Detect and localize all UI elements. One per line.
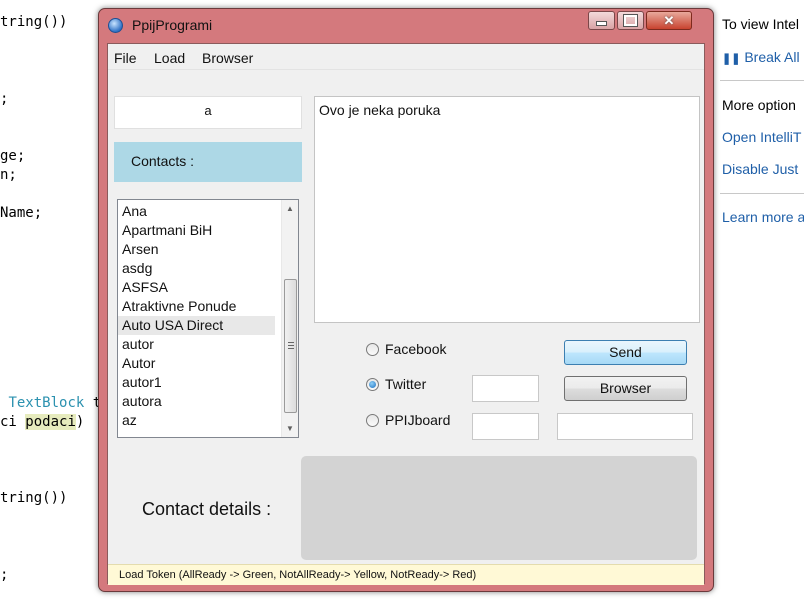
open-intellitrace-link[interactable]: Open IntelliT xyxy=(722,129,801,145)
pause-icon: ❚❚ xyxy=(722,53,741,65)
list-item[interactable]: az xyxy=(118,411,275,430)
radio-button[interactable] xyxy=(366,414,379,427)
list-item-selected[interactable]: Auto USA Direct xyxy=(118,316,275,335)
app-window: PpijProgrami ✕ File Load Browser a Conta… xyxy=(98,8,714,592)
disable-just-link[interactable]: Disable Just xyxy=(722,161,798,177)
desktop-stage: tring()) ; ge; n; Name; TextBlock t ci p… xyxy=(0,0,804,600)
list-item[interactable]: asdg xyxy=(118,259,275,278)
ppijboard-input[interactable] xyxy=(472,413,539,440)
break-all-link[interactable]: ❚❚ Break All xyxy=(722,49,800,65)
code-highlight: podaci xyxy=(25,414,76,430)
message-text: Ovo je neka poruka xyxy=(319,102,441,118)
code-line: Name; xyxy=(0,205,43,221)
list-item[interactable]: ASFSA xyxy=(118,278,275,297)
list-item[interactable]: Atraktivne Ponude xyxy=(118,297,275,316)
code-line: tring()) xyxy=(0,14,68,30)
scrollbar-grip-icon xyxy=(288,342,294,349)
list-item[interactable]: Ana xyxy=(118,202,275,221)
more-options-heading: More option xyxy=(722,97,796,113)
list-item[interactable]: Arsen xyxy=(118,240,275,259)
code-line: n; xyxy=(0,167,17,183)
twitter-label: Twitter xyxy=(385,376,427,392)
code-line: ; xyxy=(0,91,9,107)
radio-button[interactable] xyxy=(366,343,379,356)
close-button[interactable]: ✕ xyxy=(646,11,692,30)
help-heading: To view Intel xyxy=(722,16,800,32)
ppijboard-label: PPIJboard xyxy=(385,412,451,428)
menu-file[interactable]: File xyxy=(114,50,137,66)
maximize-button[interactable] xyxy=(617,11,644,30)
minimize-button[interactable] xyxy=(588,11,615,30)
radio-button-checked[interactable] xyxy=(366,378,379,391)
ppijboard-wide-input[interactable] xyxy=(557,413,693,440)
title-bar[interactable]: PpijProgrami ✕ xyxy=(99,9,713,43)
send-button[interactable]: Send xyxy=(564,340,687,365)
contacts-list[interactable]: Ana Apartmani BiH Arsen asdg ASFSA Atrak… xyxy=(117,199,299,438)
list-item[interactable]: autor xyxy=(118,335,275,354)
window-client-area: File Load Browser a Contacts : Ana Apart… xyxy=(107,43,705,585)
status-bar: Load Token (AllReady -> Green, NotAllRea… xyxy=(108,564,704,585)
contacts-scrollbar[interactable]: ▲ ▼ xyxy=(281,200,298,437)
list-item[interactable]: autor1 xyxy=(118,373,275,392)
name-input[interactable]: a xyxy=(114,96,302,129)
menu-bar: File Load Browser xyxy=(108,44,704,70)
close-icon: ✕ xyxy=(663,12,675,28)
divider xyxy=(720,80,804,81)
code-line: tring()) xyxy=(0,490,68,506)
contact-details-panel xyxy=(301,456,697,560)
browser-button[interactable]: Browser xyxy=(564,376,687,401)
scroll-up-arrow-icon[interactable]: ▲ xyxy=(282,200,298,217)
list-item[interactable]: autora xyxy=(118,392,275,411)
help-pane: To view Intel ❚❚ Break All More option O… xyxy=(714,0,804,600)
scrollbar-thumb[interactable] xyxy=(284,279,297,413)
code-line: ; xyxy=(0,567,9,583)
twitter-input[interactable] xyxy=(472,375,539,402)
code-line: ge; xyxy=(0,148,26,164)
message-textarea[interactable]: Ovo je neka poruka xyxy=(314,96,700,323)
break-all-label: Break All xyxy=(744,49,800,65)
scroll-down-arrow-icon[interactable]: ▼ xyxy=(282,420,298,437)
divider xyxy=(720,193,804,194)
code-line-textblock: TextBlock t xyxy=(0,395,101,411)
contact-details-label: Contact details : xyxy=(142,499,272,519)
learn-more-link[interactable]: Learn more a xyxy=(722,209,804,225)
facebook-label: Facebook xyxy=(385,341,447,357)
code-editor-background: tring()) ; ge; n; Name; TextBlock t ci p… xyxy=(0,0,101,600)
menu-browser[interactable]: Browser xyxy=(202,50,253,66)
app-icon[interactable] xyxy=(108,18,123,33)
code-keyword: TextBlock xyxy=(8,395,85,411)
name-input-value: a xyxy=(204,103,212,118)
contacts-header: Contacts : xyxy=(114,142,302,182)
contacts-label: Contacts : xyxy=(131,153,195,169)
list-item[interactable]: Apartmani BiH xyxy=(118,221,275,240)
list-item[interactable]: Autor xyxy=(118,354,275,373)
code-line: ci podaci) xyxy=(0,414,85,430)
menu-load[interactable]: Load xyxy=(154,50,185,66)
window-title: PpijProgrami xyxy=(132,17,213,33)
status-text: Load Token (AllReady -> Green, NotAllRea… xyxy=(119,569,477,581)
